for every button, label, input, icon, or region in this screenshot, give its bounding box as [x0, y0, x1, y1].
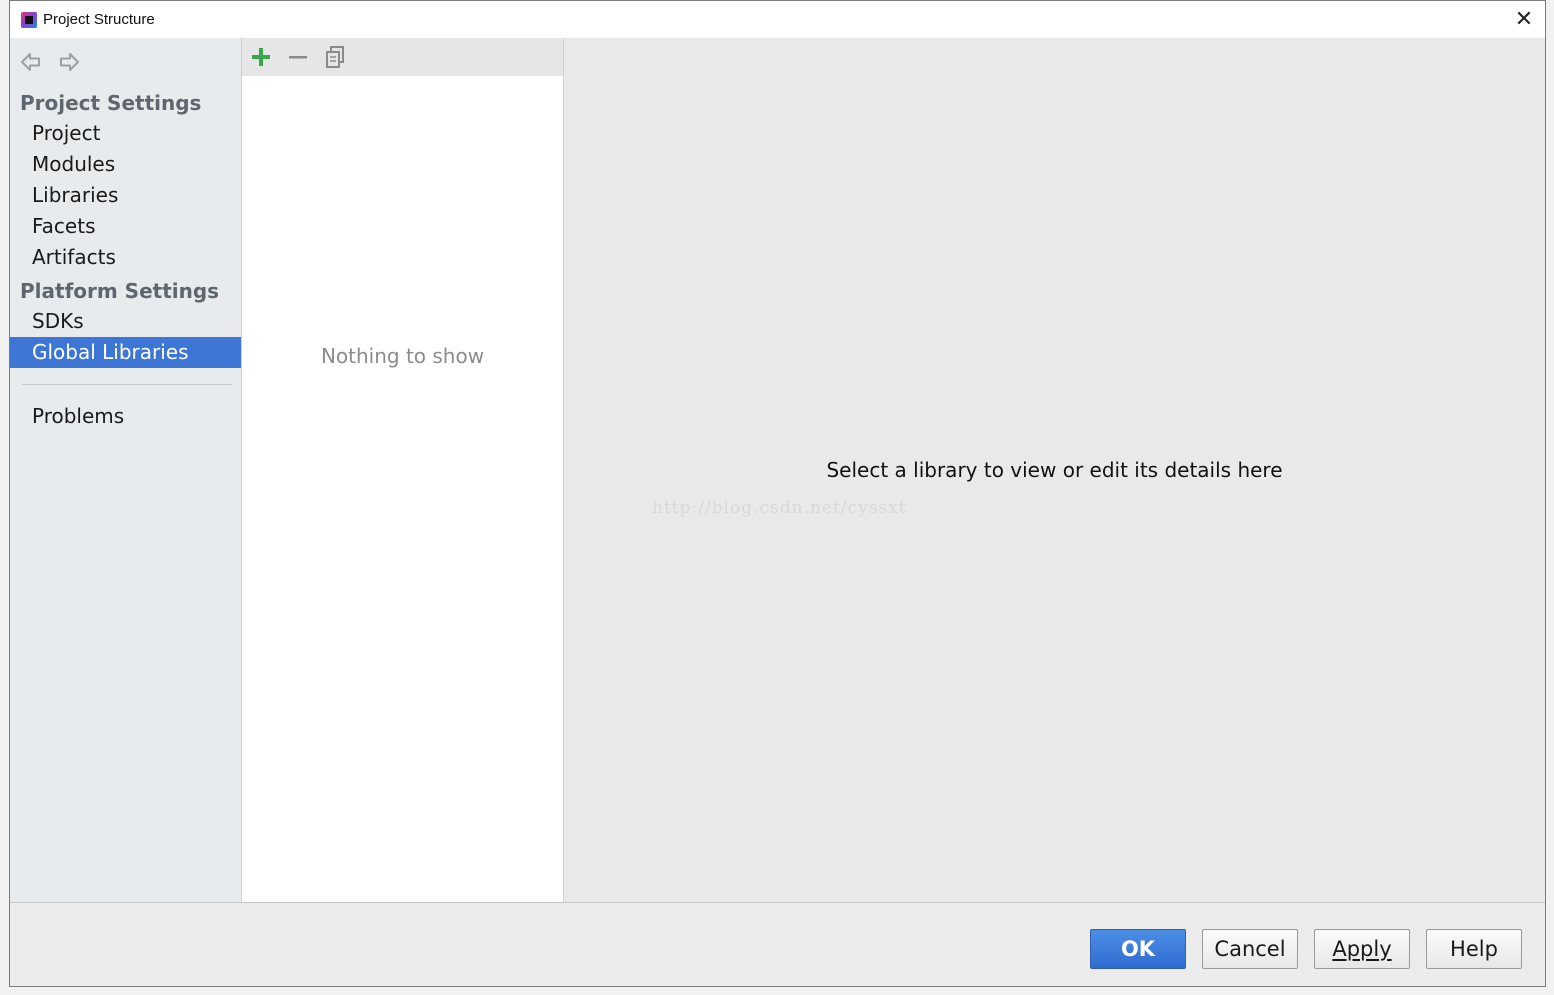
library-list-panel: Nothing to show	[242, 38, 564, 902]
back-arrow-icon[interactable]	[19, 50, 43, 74]
sidebar-item-facets[interactable]: Facets	[10, 211, 241, 242]
list-toolbar	[242, 38, 563, 76]
project-structure-dialog: Project Structure ✕ Project Settings Pro…	[9, 0, 1546, 987]
sidebar-item-libraries[interactable]: Libraries	[10, 180, 241, 211]
library-detail-panel: Select a library to view or edit its det…	[564, 38, 1545, 902]
project-settings-header: Project Settings	[20, 91, 202, 115]
sidebar-item-modules[interactable]: Modules	[10, 149, 241, 180]
settings-sidebar: Project Settings Project Modules Librari…	[10, 38, 242, 902]
help-button[interactable]: Help	[1426, 929, 1522, 969]
sidebar-item-global-libraries[interactable]: Global Libraries	[10, 337, 241, 368]
sidebar-item-artifacts[interactable]: Artifacts	[10, 242, 241, 273]
add-icon[interactable]	[248, 44, 274, 70]
remove-icon[interactable]	[285, 44, 311, 70]
close-button[interactable]: ✕	[1509, 5, 1539, 35]
cancel-button[interactable]: Cancel	[1202, 929, 1298, 969]
title-bar: Project Structure ✕	[10, 1, 1545, 38]
detail-hint-text: Select a library to view or edit its det…	[826, 458, 1283, 482]
intellij-app-icon	[21, 12, 37, 28]
background-window-edge	[1545, 0, 1554, 995]
sidebar-item-sdks[interactable]: SDKs	[10, 306, 241, 337]
copy-icon[interactable]	[323, 44, 349, 70]
ok-button[interactable]: OK	[1090, 929, 1186, 969]
dialog-footer: OK Cancel Apply Help	[10, 903, 1545, 986]
background-window-edge	[0, 986, 1554, 995]
platform-settings-header: Platform Settings	[20, 279, 220, 303]
apply-button[interactable]: Apply	[1314, 929, 1410, 969]
sidebar-divider	[22, 384, 232, 385]
background-window-edge	[0, 0, 9, 995]
window-title: Project Structure	[43, 11, 155, 28]
empty-list-message: Nothing to show	[320, 344, 485, 368]
sidebar-item-project[interactable]: Project	[10, 118, 241, 149]
forward-arrow-icon[interactable]	[57, 50, 81, 74]
watermark-text: http://blog.csdn.net/cyssxt	[652, 498, 907, 518]
sidebar-item-problems[interactable]: Problems	[10, 401, 241, 432]
